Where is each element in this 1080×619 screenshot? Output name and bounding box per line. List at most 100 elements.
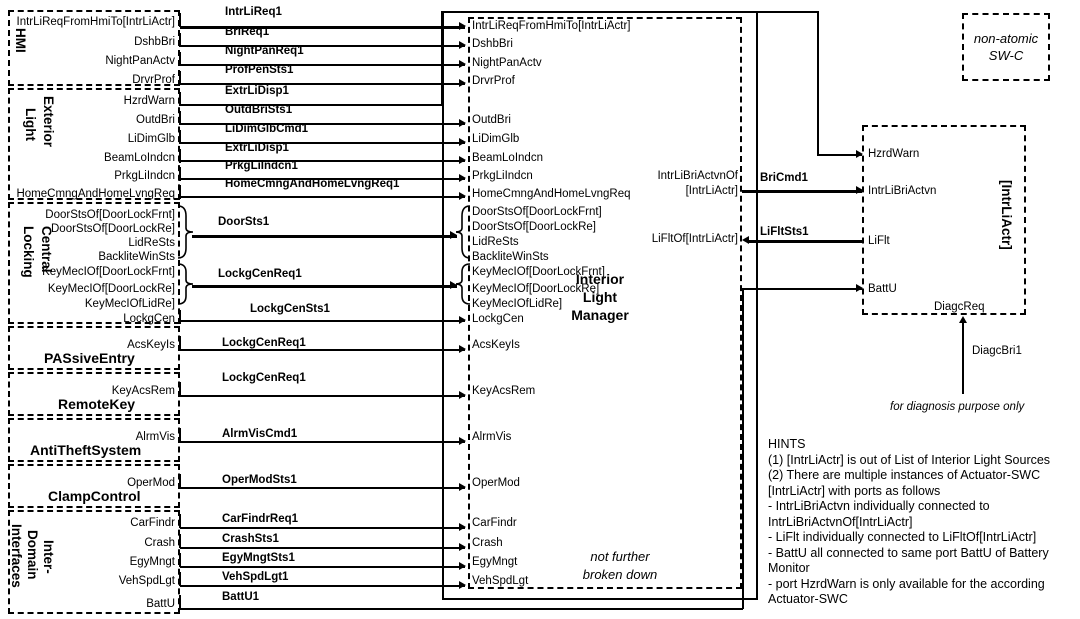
left-port-23: Crash xyxy=(144,537,175,549)
actuator-port-4: DiagcReq xyxy=(934,301,985,313)
left-port-0: IntrLiReqFromHmiTo[IntrLiActr] xyxy=(16,16,175,28)
wire-lockgcenreq1-keyacsrem xyxy=(180,395,465,397)
wire-battu1-h2 xyxy=(742,288,862,290)
wire-arrow xyxy=(459,483,466,491)
left-port-1: DshbBri xyxy=(134,36,175,48)
wire-arrow-up xyxy=(959,316,967,323)
wire-arrow xyxy=(459,192,466,200)
signal-label-9: HomeCmngAndHomeLvngReq1 xyxy=(225,178,400,190)
wire-arrow xyxy=(459,316,466,324)
port-tick xyxy=(179,474,181,488)
wire-nightpanreq1 xyxy=(180,64,465,66)
group-label-remotekey: RemoteKey xyxy=(58,396,136,412)
signal-label-0: IntrLiReq1 xyxy=(225,6,282,18)
left-port-21: OperMod xyxy=(127,477,175,489)
actuator-port-3: BattU xyxy=(868,283,897,295)
left-port-6: LiDimGlb xyxy=(127,133,175,145)
ilm-port-10: DoorStsOf[DoorLockRe] xyxy=(472,221,596,233)
left-port-12: LidReSts xyxy=(128,237,175,249)
actuator-port-1: IntrLiBriActvn xyxy=(868,185,937,197)
port-tick xyxy=(179,572,181,586)
left-port-19: KeyAcsRem xyxy=(111,385,175,397)
brace-doorsts xyxy=(177,205,194,259)
left-port-20: AlrmVis xyxy=(135,431,175,443)
wire-extrlidisp1-hzrdwarn-h2 xyxy=(441,11,818,13)
wire-lockgcenreq1-acskeyis xyxy=(180,349,465,351)
signal-label-18: CrashSts1 xyxy=(222,533,279,545)
ilm-port-20: OperMod xyxy=(472,477,520,489)
wire-arrow xyxy=(459,79,466,87)
wire-arrow xyxy=(459,41,466,49)
signal-label-21: BattU1 xyxy=(222,591,260,603)
not-broken-down-line1: not further xyxy=(590,549,650,564)
actuator-port-2: LiFlt xyxy=(868,235,890,247)
wire-homecmngandhomelvngreq1 xyxy=(180,196,465,198)
wire-vehspdlgt1 xyxy=(180,585,465,587)
ilm-right-port-0: IntrLiBriActvnOf xyxy=(657,170,738,182)
wire-arrow xyxy=(459,345,466,353)
group-label-clampcontrol: ClampControl xyxy=(48,488,141,504)
wire-extrlidisp1-hzrdwarn-v2 xyxy=(817,11,819,155)
wire-egymngtsts1 xyxy=(180,566,465,568)
port-tick xyxy=(179,534,181,548)
wire-opermodsts1 xyxy=(180,487,465,489)
ilm-right-port-2: LiFltOf[IntrLiActr] xyxy=(651,233,738,245)
left-port-18: AcsKeyIs xyxy=(127,339,175,351)
ilm-port-2: NightPanActv xyxy=(472,57,542,69)
ilm-port-21: CarFindr xyxy=(472,517,517,529)
brace-ilm-doorsts xyxy=(456,205,471,259)
left-port-26: BattU xyxy=(146,598,175,610)
port-tick xyxy=(179,514,181,528)
wire-arrow xyxy=(856,150,863,158)
wire-arrow xyxy=(459,60,466,68)
wire-battu1-h1 xyxy=(180,608,743,610)
wire-arrow xyxy=(459,437,466,445)
right-signal-1: LiFltSts1 xyxy=(760,226,809,238)
left-port-9: HomeCmngAndHomeLvngReq xyxy=(16,188,175,200)
left-port-16: KeyMecIOfLidRe] xyxy=(84,298,175,310)
ilm-port-0: IntrLiReqFromHmiTo[IntrLiActr] xyxy=(472,20,631,32)
left-port-4: HzrdWarn xyxy=(123,95,175,107)
signal-label-7: ExtrLiDisp1 xyxy=(225,142,289,154)
wire-arrow xyxy=(450,281,457,289)
port-tick xyxy=(179,428,181,442)
wire-arrow xyxy=(856,186,863,194)
wire-prkgliindcn1 xyxy=(180,178,465,180)
wire-extrlidisp1-hzrdwarn-h1 xyxy=(180,104,442,106)
hints-block: HINTS (1) [IntrLiActr] is out of List of… xyxy=(768,437,1051,606)
left-port-7: BeamLoIndcn xyxy=(104,152,175,164)
signal-label-16: OperModSts1 xyxy=(222,474,297,486)
wire-crashsts1 xyxy=(180,547,465,549)
wire-arrow xyxy=(459,22,466,30)
ilm-port-4: OutdBri xyxy=(472,114,511,126)
ilm-port-1: DshbBri xyxy=(472,38,513,50)
signal-label-10: DoorSts1 xyxy=(218,216,270,228)
port-tick xyxy=(179,382,181,396)
legend-non-atomic-line1: non-atomic xyxy=(973,31,1039,46)
wire-diagcbri1 xyxy=(962,322,964,394)
signal-label-13: LockgCenReq1 xyxy=(222,337,306,349)
ilm-port-13: KeyMecIOf[DoorLockFrnt] xyxy=(472,266,605,278)
wire-arrow xyxy=(459,562,466,570)
left-port-5: OutdBri xyxy=(136,114,175,126)
diagnosis-note: for diagnosis purpose only xyxy=(890,401,1025,413)
port-tick xyxy=(179,595,181,609)
wire-arrow xyxy=(856,284,863,292)
left-port-3: DrvrProf xyxy=(132,74,175,86)
ilm-port-9: DoorStsOf[DoorLockFrnt] xyxy=(472,206,602,218)
port-tick xyxy=(179,553,181,567)
signal-label-20: VehSpdLgt1 xyxy=(222,571,289,583)
left-port-25: VehSpdLgt xyxy=(118,575,175,587)
ilm-port-3: DrvrProf xyxy=(472,75,515,87)
wire-arrow xyxy=(459,119,466,127)
group-label-passiveentry: PASsiveEntry xyxy=(44,350,135,366)
ilm-port-19: AlrmVis xyxy=(472,431,512,443)
signal-label-15: AlrmVisCmd1 xyxy=(222,428,298,440)
ilm-port-18: KeyAcsRem xyxy=(472,385,536,397)
wire-bricmd1 xyxy=(742,190,862,193)
signal-label-3: ProfPenSts1 xyxy=(225,64,294,76)
diagram-canvas: HMI Exterior Light Central Locking PASsi… xyxy=(0,0,1080,619)
wire-arrow xyxy=(459,543,466,551)
wire-brireq1 xyxy=(180,45,465,47)
port-tick xyxy=(179,310,181,324)
